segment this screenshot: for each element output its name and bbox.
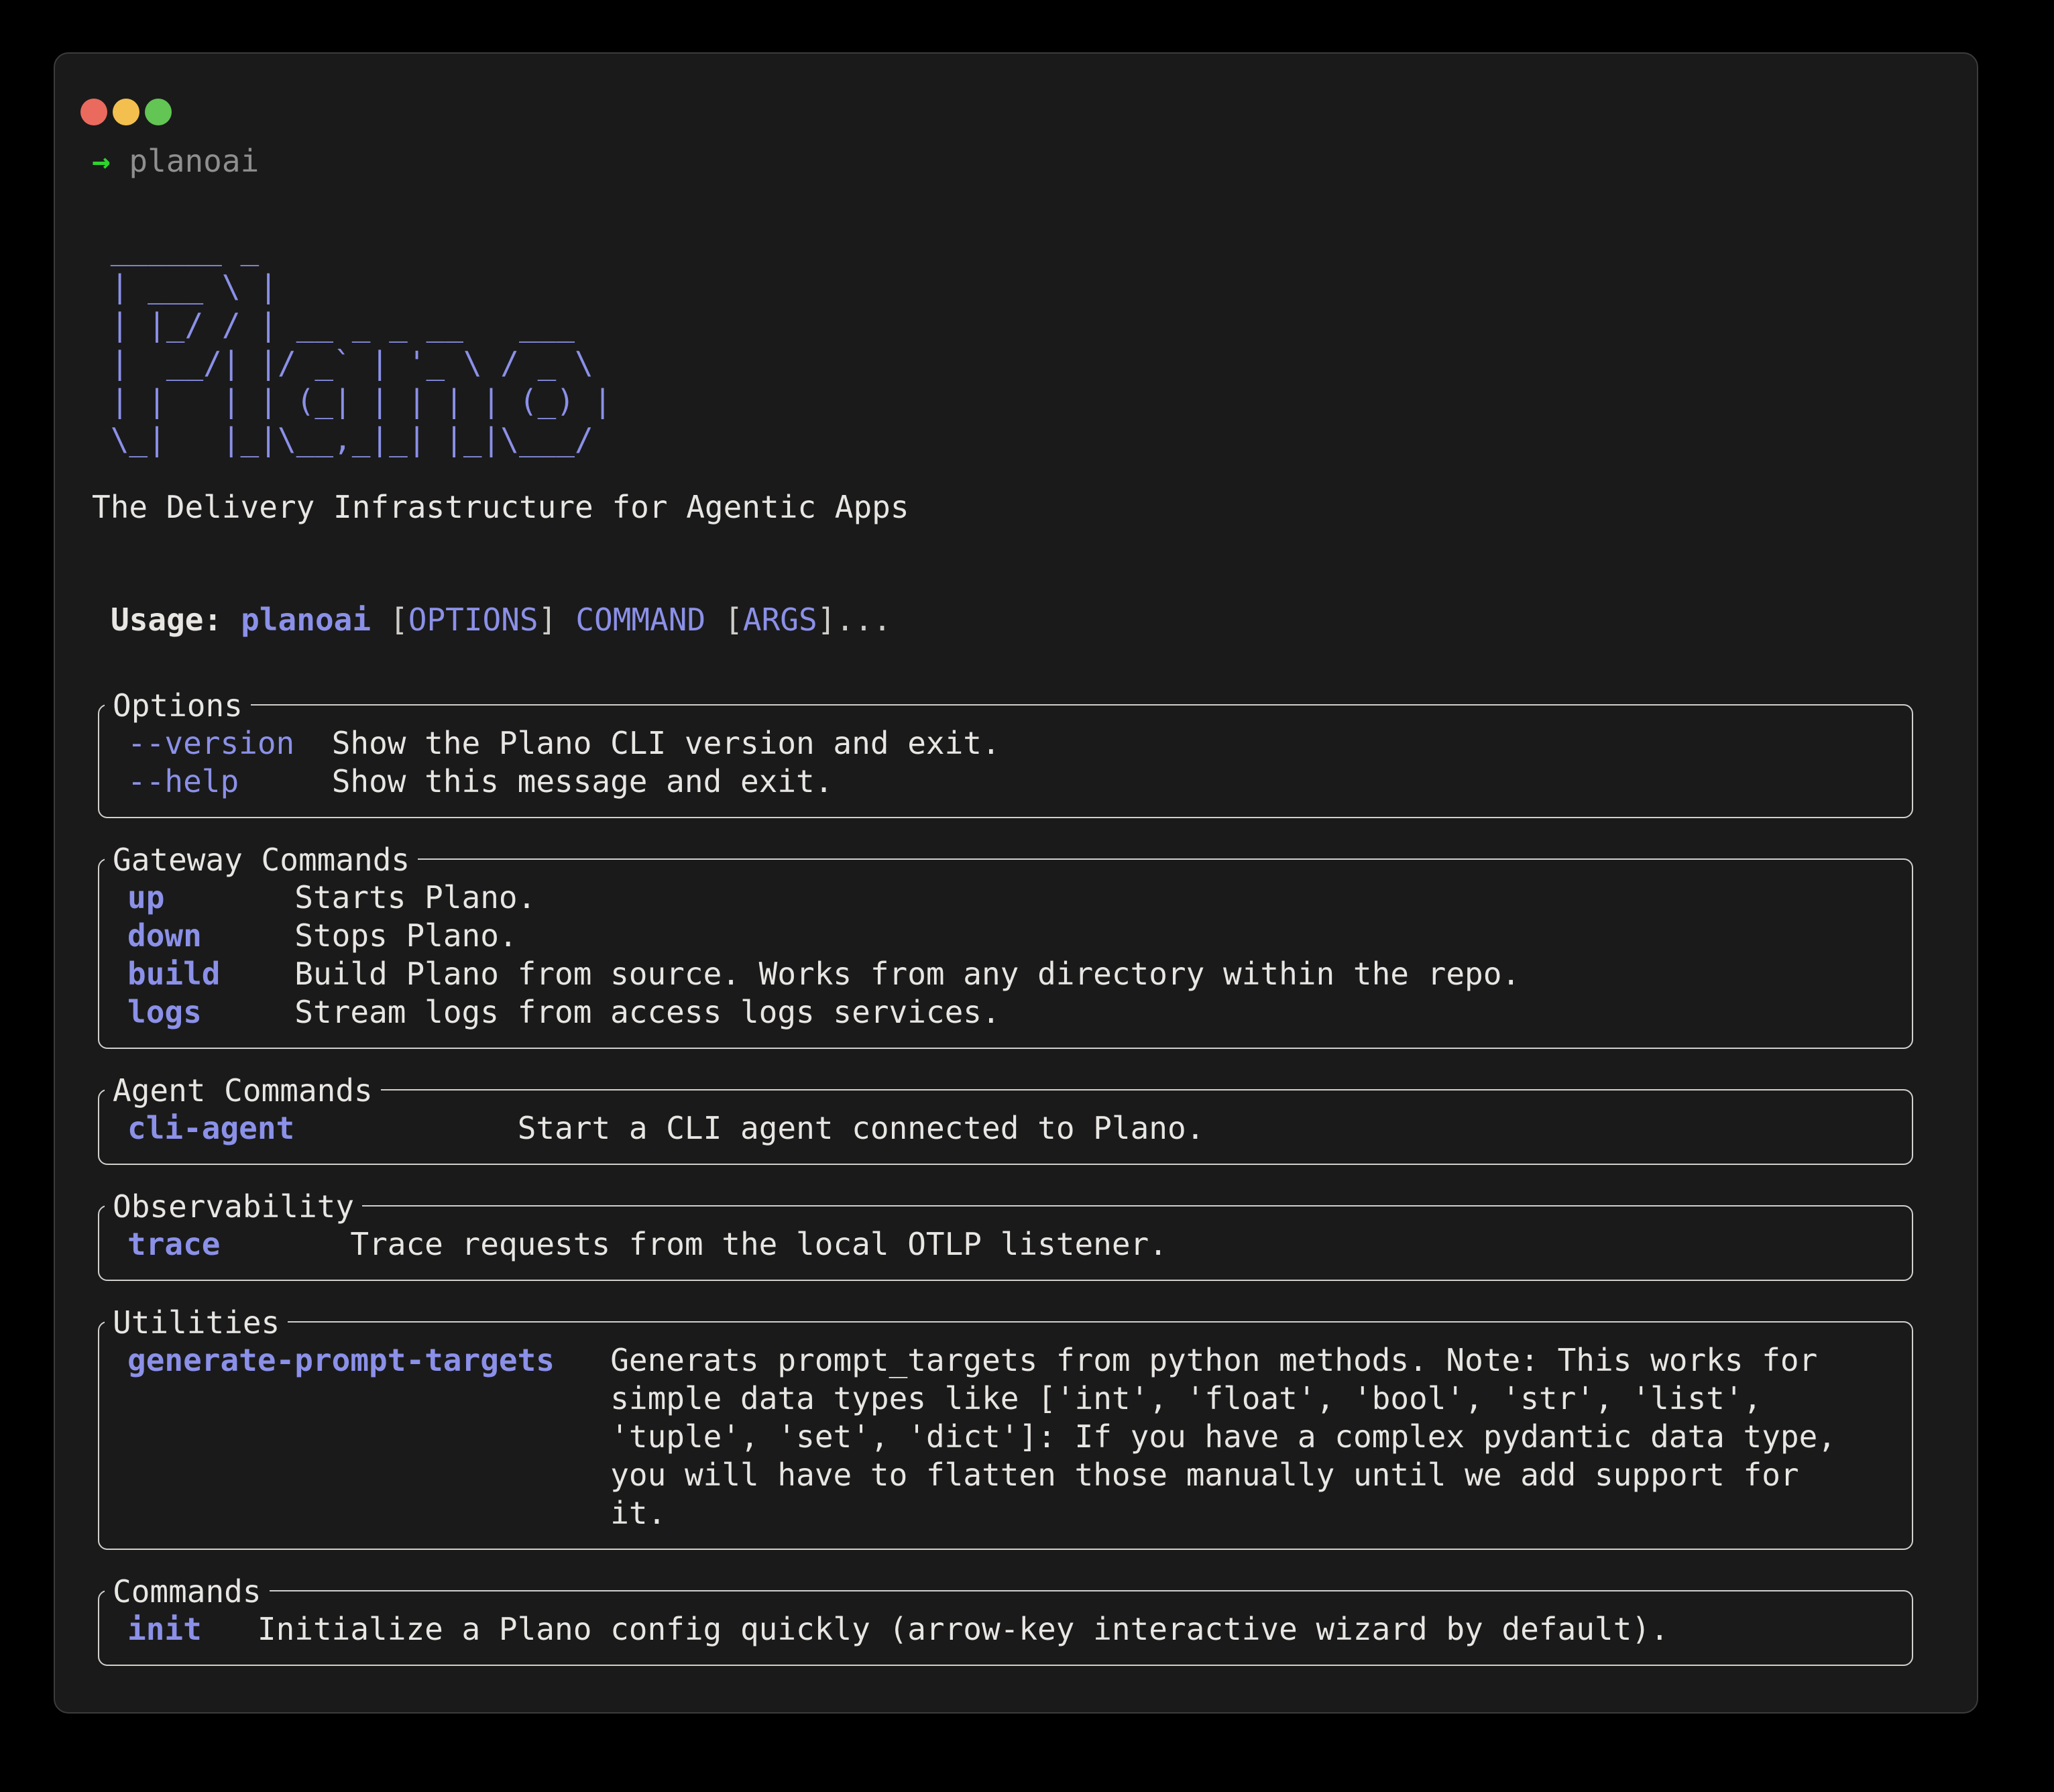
usage-args-metavar: [ARGS]... (724, 602, 891, 638)
panel-gateway-commands: Gateway CommandsupStarts Plano.downStops… (98, 858, 1913, 1049)
command-description: Stream logs from access logs services. (294, 993, 1000, 1031)
panel-observability: ObservabilitytraceTrace requests from th… (98, 1205, 1913, 1281)
command-description: Show this message and exit. (332, 763, 834, 801)
command-name: logs (127, 993, 294, 1031)
title-bar (55, 54, 1977, 125)
command-name: cli-agent (127, 1109, 518, 1147)
panel-title: Agent Commands (105, 1072, 381, 1109)
terminal-window: → planoai ______ _ | ___ \ | | |_/ / | _… (54, 52, 1978, 1714)
command-description: Trace requests from the local OTLP liste… (350, 1225, 1167, 1264)
command-description: Build Plano from source. Works from any … (294, 955, 1520, 993)
close-button-icon[interactable] (80, 99, 107, 125)
command-description: Initialize a Plano config quickly (arrow… (258, 1610, 1669, 1648)
command-description: Stops Plano. (294, 917, 517, 955)
shell-prompt: → planoai (92, 142, 1913, 180)
command-row: buildBuild Plano from source. Works from… (127, 955, 1882, 993)
command-row: generate-prompt-targetsGenerats prompt_t… (127, 1341, 1882, 1532)
command-row: --versionShow the Plano CLI version and … (127, 724, 1882, 763)
command-description: Starts Plano. (294, 879, 536, 917)
command-row: downStops Plano. (127, 917, 1882, 955)
usage-options-metavar: [OPTIONS] (390, 602, 557, 638)
command-name: init (127, 1610, 258, 1648)
prompt-spacer (111, 143, 129, 179)
plano-ascii-logo: ______ _ | ___ \ | | |_/ / | __ _ _ __ _… (92, 229, 1913, 459)
command-row: upStarts Plano. (127, 879, 1882, 917)
panel-title: Options (105, 687, 251, 724)
panel-title: Commands (105, 1573, 270, 1610)
panel-title: Utilities (105, 1304, 288, 1341)
panel-commands: CommandsinitInitialize a Plano config qu… (98, 1590, 1913, 1666)
command-description: Start a CLI agent connected to Plano. (518, 1109, 1205, 1147)
usage-label: Usage: (111, 602, 222, 638)
command-name: up (127, 879, 294, 917)
panel-title: Gateway Commands (105, 841, 418, 879)
command-row: --helpShow this message and exit. (127, 763, 1882, 801)
command-name: --help (127, 763, 332, 801)
panel-title: Observability (105, 1188, 362, 1225)
panel-options: Options--versionShow the Plano CLI versi… (98, 704, 1913, 818)
typed-command: planoai (129, 143, 259, 179)
maximize-button-icon[interactable] (145, 99, 172, 125)
command-row: logsStream logs from access logs service… (127, 993, 1882, 1031)
panel-utilities: Utilitiesgenerate-prompt-targetsGenerats… (98, 1321, 1913, 1550)
command-row: cli-agentStart a CLI agent connected to … (127, 1109, 1882, 1147)
terminal-content: → planoai ______ _ | ___ \ | | |_/ / | _… (55, 142, 1977, 1666)
command-row: initInitialize a Plano config quickly (a… (127, 1610, 1882, 1648)
panel-agent-commands: Agent Commandscli-agentStart a CLI agent… (98, 1089, 1913, 1165)
command-name: trace (127, 1225, 350, 1264)
tagline: The Delivery Infrastructure for Agentic … (92, 488, 1913, 526)
usage-line: Usage: planoai [OPTIONS] COMMAND [ARGS]... (92, 601, 1913, 639)
command-description: Generats prompt_targets from python meth… (610, 1341, 1855, 1532)
usage-app-name: planoai (241, 602, 371, 638)
command-description: Show the Plano CLI version and exit. (332, 724, 1001, 763)
command-name: build (127, 955, 294, 993)
help-panels: Options--versionShow the Plano CLI versi… (92, 704, 1913, 1666)
command-name: --version (127, 724, 332, 763)
command-row: traceTrace requests from the local OTLP … (127, 1225, 1882, 1264)
command-name: down (127, 917, 294, 955)
command-name: generate-prompt-targets (127, 1341, 610, 1380)
prompt-arrow-icon: → (92, 143, 111, 179)
usage-ellipsis: ... (836, 602, 891, 638)
minimize-button-icon[interactable] (113, 99, 139, 125)
usage-command-metavar: COMMAND (575, 602, 705, 638)
